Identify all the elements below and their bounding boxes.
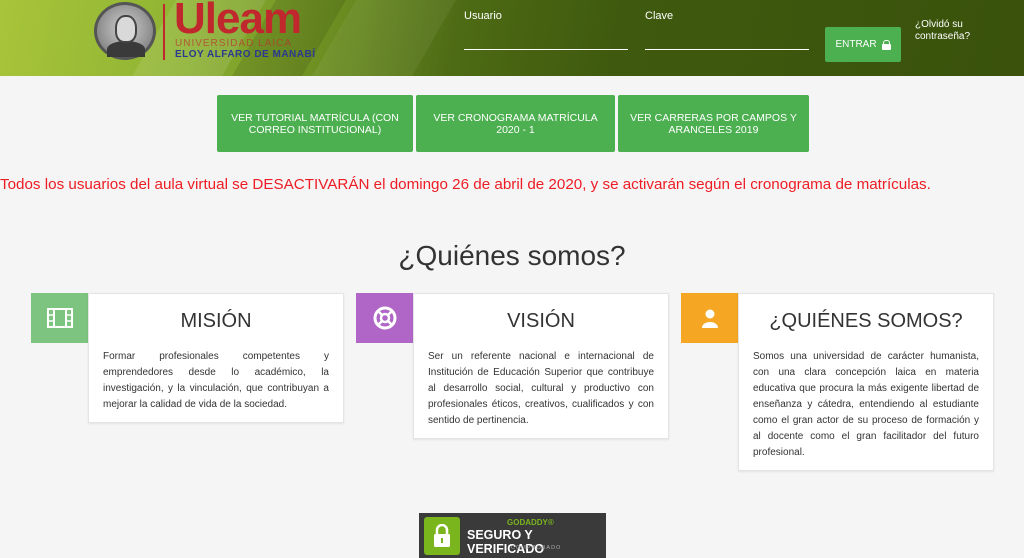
carreras-aranceles-button[interactable]: VER CARRERAS POR CAMPOS Y ARANCELES 2019 — [618, 95, 809, 152]
godaddy-verified-badge[interactable]: GODADDY® SEGURO Y VERIFICADO COMPROBADO — [419, 513, 606, 558]
mision-title: MISIÓN — [180, 310, 252, 332]
university-seal-logo[interactable] — [94, 2, 156, 60]
mision-card: MISIÓN Formar profesionales competentes … — [88, 293, 344, 423]
password-label: Clave — [645, 10, 674, 22]
logo-subtitle-2: ELOY ALFARO DE MANABÍ — [175, 49, 316, 60]
quienes-card: ¿QUIÉNES SOMOS? Somos una universidad de… — [738, 293, 994, 471]
badge-title: SEGURO Y VERIFICADO — [467, 528, 545, 556]
forgot-password-link[interactable]: ¿Olvidó su contraseña? — [915, 19, 985, 43]
vision-text: Ser un referente nacional e internaciona… — [428, 351, 654, 426]
user-icon — [701, 309, 718, 328]
vision-title: VISIÓN — [507, 310, 575, 332]
username-label: Usuario — [464, 10, 502, 22]
padlock-icon — [424, 517, 460, 555]
film-icon — [46, 308, 73, 328]
badge-subtitle: COMPROBADO — [511, 545, 562, 551]
vision-icon-box — [356, 293, 413, 343]
tutorial-matricula-button[interactable]: VER TUTORIAL MATRÍCULA (CON CORREO INSTI… — [217, 95, 413, 152]
logo-subtitle: UNIVERSIDAD LAICA — [175, 38, 293, 49]
username-input[interactable] — [464, 28, 628, 50]
quienes-icon-box — [681, 293, 738, 343]
section-title: ¿Quiénes somos? — [398, 240, 626, 271]
mision-icon-box — [31, 293, 88, 343]
deactivation-notice: Todos los usuarios del aula virtual se D… — [0, 176, 931, 193]
login-button-label: ENTRAR — [835, 39, 877, 50]
login-button[interactable]: ENTRAR — [825, 27, 901, 62]
cronograma-matricula-button[interactable]: VER CRONOGRAMA MATRÍCULA 2020 - 1 — [416, 95, 615, 152]
unlock-icon — [881, 39, 891, 50]
site-header: Uleam UNIVERSIDAD LAICA ELOY ALFARO DE M… — [0, 0, 1024, 76]
lifebuoy-icon — [373, 306, 396, 330]
quienes-text: Somos una universidad de carácter humani… — [753, 351, 979, 458]
badge-brand: GODADDY® — [507, 518, 554, 527]
password-input[interactable] — [645, 28, 809, 50]
quienes-title: ¿QUIÉNES SOMOS? — [769, 310, 963, 332]
mision-text: Formar profesionales competentes y empre… — [103, 351, 329, 410]
vision-card: VISIÓN Ser un referente nacional e inter… — [413, 293, 669, 439]
logo-divider — [163, 4, 165, 60]
